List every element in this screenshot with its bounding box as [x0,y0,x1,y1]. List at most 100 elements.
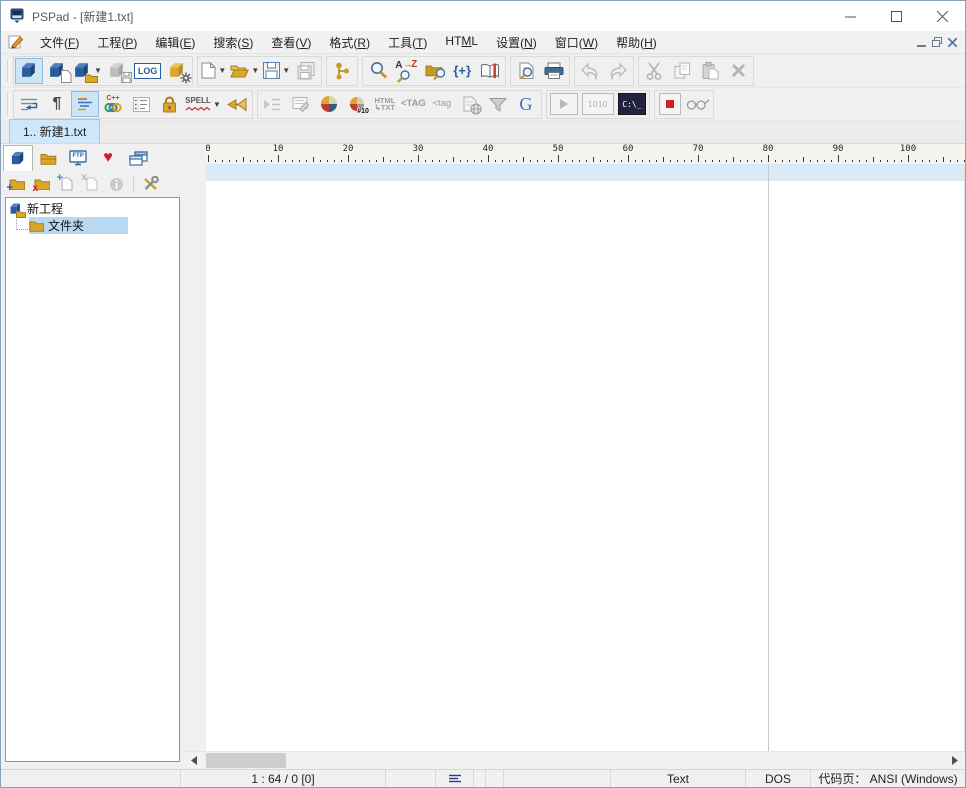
sidebar-tab-project[interactable] [3,145,33,171]
menu-item-format[interactable]: 格式(R) [320,32,379,53]
mdi-restore-icon[interactable] [932,37,942,47]
spell-label: SPELL [185,96,211,106]
copy-button[interactable] [668,58,696,84]
run-script-button[interactable] [548,91,580,117]
menu-item-help[interactable]: 帮助(H) [607,32,666,53]
stay-on-top-pin-button[interactable] [223,91,251,117]
text-editor[interactable] [206,164,965,751]
open-file-button[interactable]: ▼ [228,58,261,84]
menu-item-project[interactable]: 工程(P) [88,32,146,53]
menu-item-html[interactable]: HTML [436,32,487,53]
info-button[interactable] [105,173,128,195]
indent-button[interactable] [259,91,287,117]
line-numbers-button[interactable] [127,91,155,117]
code-explorer-button[interactable] [328,58,356,84]
tree-item-project[interactable]: 新工程 [6,200,179,218]
scroll-thumb[interactable] [206,753,286,768]
delete-button[interactable] [724,58,752,84]
redo-button[interactable] [604,58,632,84]
binary-view-button[interactable]: 1010 [580,91,616,117]
menu-item-edit[interactable]: 编辑(E) [146,32,204,53]
color-code-button[interactable]: #10 [343,91,371,117]
highlighter-select-button[interactable]: C++ [99,91,127,117]
show-formatting-button[interactable]: ¶ [43,91,71,117]
maximize-button[interactable] [873,1,919,31]
open-project-button[interactable]: ▼ [71,58,104,84]
preview-glasses-button[interactable] [684,91,712,117]
horizontal-scrollbar[interactable] [184,751,965,769]
toolbar-grip[interactable] [7,93,10,115]
new-project-button[interactable] [15,57,43,84]
console-button[interactable]: C:\_ [616,91,648,117]
project-panel-toolbar: + x + x [1,171,184,197]
scroll-right-arrow[interactable] [946,752,964,769]
menu-item-tools[interactable]: 工具(T) [379,32,436,53]
remove-folder-button[interactable]: x [30,173,53,195]
goto-braces-button[interactable]: {+} [448,58,476,84]
file-group: ▼ ▼ ▼ [197,55,323,86]
sidebar-tab-files[interactable] [33,145,63,171]
syntax-highlight-button[interactable] [71,91,99,117]
document-tab-strip: 1.. 新建1.txt [1,119,965,144]
document-tab-active[interactable]: 1.. 新建1.txt [9,119,101,143]
tree-item-folder[interactable]: 文件夹 [6,215,179,234]
print-preview-button[interactable] [512,58,540,84]
mdi-close-icon[interactable] [948,37,957,47]
new-file-button[interactable]: ▼ [199,58,228,84]
spell-check-button[interactable]: SPELL ▼ [183,91,223,117]
status-empty-4 [504,770,611,787]
app-icon [9,8,25,24]
menu-item-view[interactable]: 查看(V) [262,32,320,53]
record-macro-button[interactable] [656,91,684,117]
bookmarks-book-button[interactable] [476,58,504,84]
log-button[interactable]: LOG [132,58,164,84]
save-project-button[interactable] [104,58,133,84]
close-button[interactable] [919,1,965,31]
tag-uppercase-button[interactable]: <TAG [399,91,428,117]
add-folder-button[interactable]: + [5,173,28,195]
add-file-button[interactable]: + [55,173,78,195]
paste-button[interactable] [696,58,724,84]
word-wrap-button[interactable] [15,91,43,117]
status-line-ending[interactable]: DOS [746,770,811,787]
txt-label: ↳TXT [374,103,395,112]
project-add-file-button[interactable] [43,58,71,84]
remove-file-button[interactable]: x [80,173,103,195]
status-bar: 1 : 64 / 0 [0] Text DOS 代码页： ANSI (Windo… [1,769,965,787]
save-file-button[interactable]: ▼ [261,58,292,84]
minimize-button[interactable] [827,1,873,31]
filter-funnel-button[interactable] [484,91,512,117]
replace-button[interactable]: A → Z [392,58,420,84]
mdi-minimize-icon[interactable] [917,38,926,47]
panel-settings-button[interactable] [139,173,162,195]
reformat-button[interactable] [287,91,315,117]
status-codepage[interactable]: 代码页： ANSI (Windows) [811,770,965,787]
undo-button[interactable] [576,58,604,84]
menu-item-file[interactable]: 文件(F) [31,32,88,53]
project-settings-button[interactable] [163,58,192,84]
save-all-button[interactable] [292,58,320,84]
sidebar-tab-ftp[interactable]: FTP [63,145,93,171]
menu-item-search[interactable]: 搜索(S) [204,32,262,53]
status-highlighter[interactable]: Text [611,770,746,787]
menu-item-window[interactable]: 窗口(W) [546,32,607,53]
search-in-files-button[interactable] [420,58,448,84]
sidebar-tab-favorites[interactable]: ♥ [93,145,123,171]
html-to-text-button[interactable]: HTML ↳TXT [371,91,399,117]
print-button[interactable] [540,58,568,84]
console-label: C:\_ [622,99,642,109]
search-button[interactable] [364,58,392,84]
scroll-left-arrow[interactable] [185,752,203,769]
tag-lowercase-button[interactable]: <tag [428,91,456,117]
selected-tree-row[interactable]: 文件夹 [29,217,129,234]
sidebar-tab-windows[interactable] [123,145,153,171]
color-picker-button[interactable] [315,91,343,117]
google-search-button[interactable]: G [512,91,540,117]
cut-button[interactable] [640,58,668,84]
toolbar-grip[interactable] [7,59,10,82]
ruler-number: 20 [342,144,354,154]
read-only-lock-button[interactable] [155,91,183,117]
page-globe-button[interactable] [456,91,484,117]
menu-item-settings[interactable]: 设置(N) [487,32,546,53]
ruler-scale: 0 10 20 30 40 50 60 70 80 90 100 [206,144,965,164]
